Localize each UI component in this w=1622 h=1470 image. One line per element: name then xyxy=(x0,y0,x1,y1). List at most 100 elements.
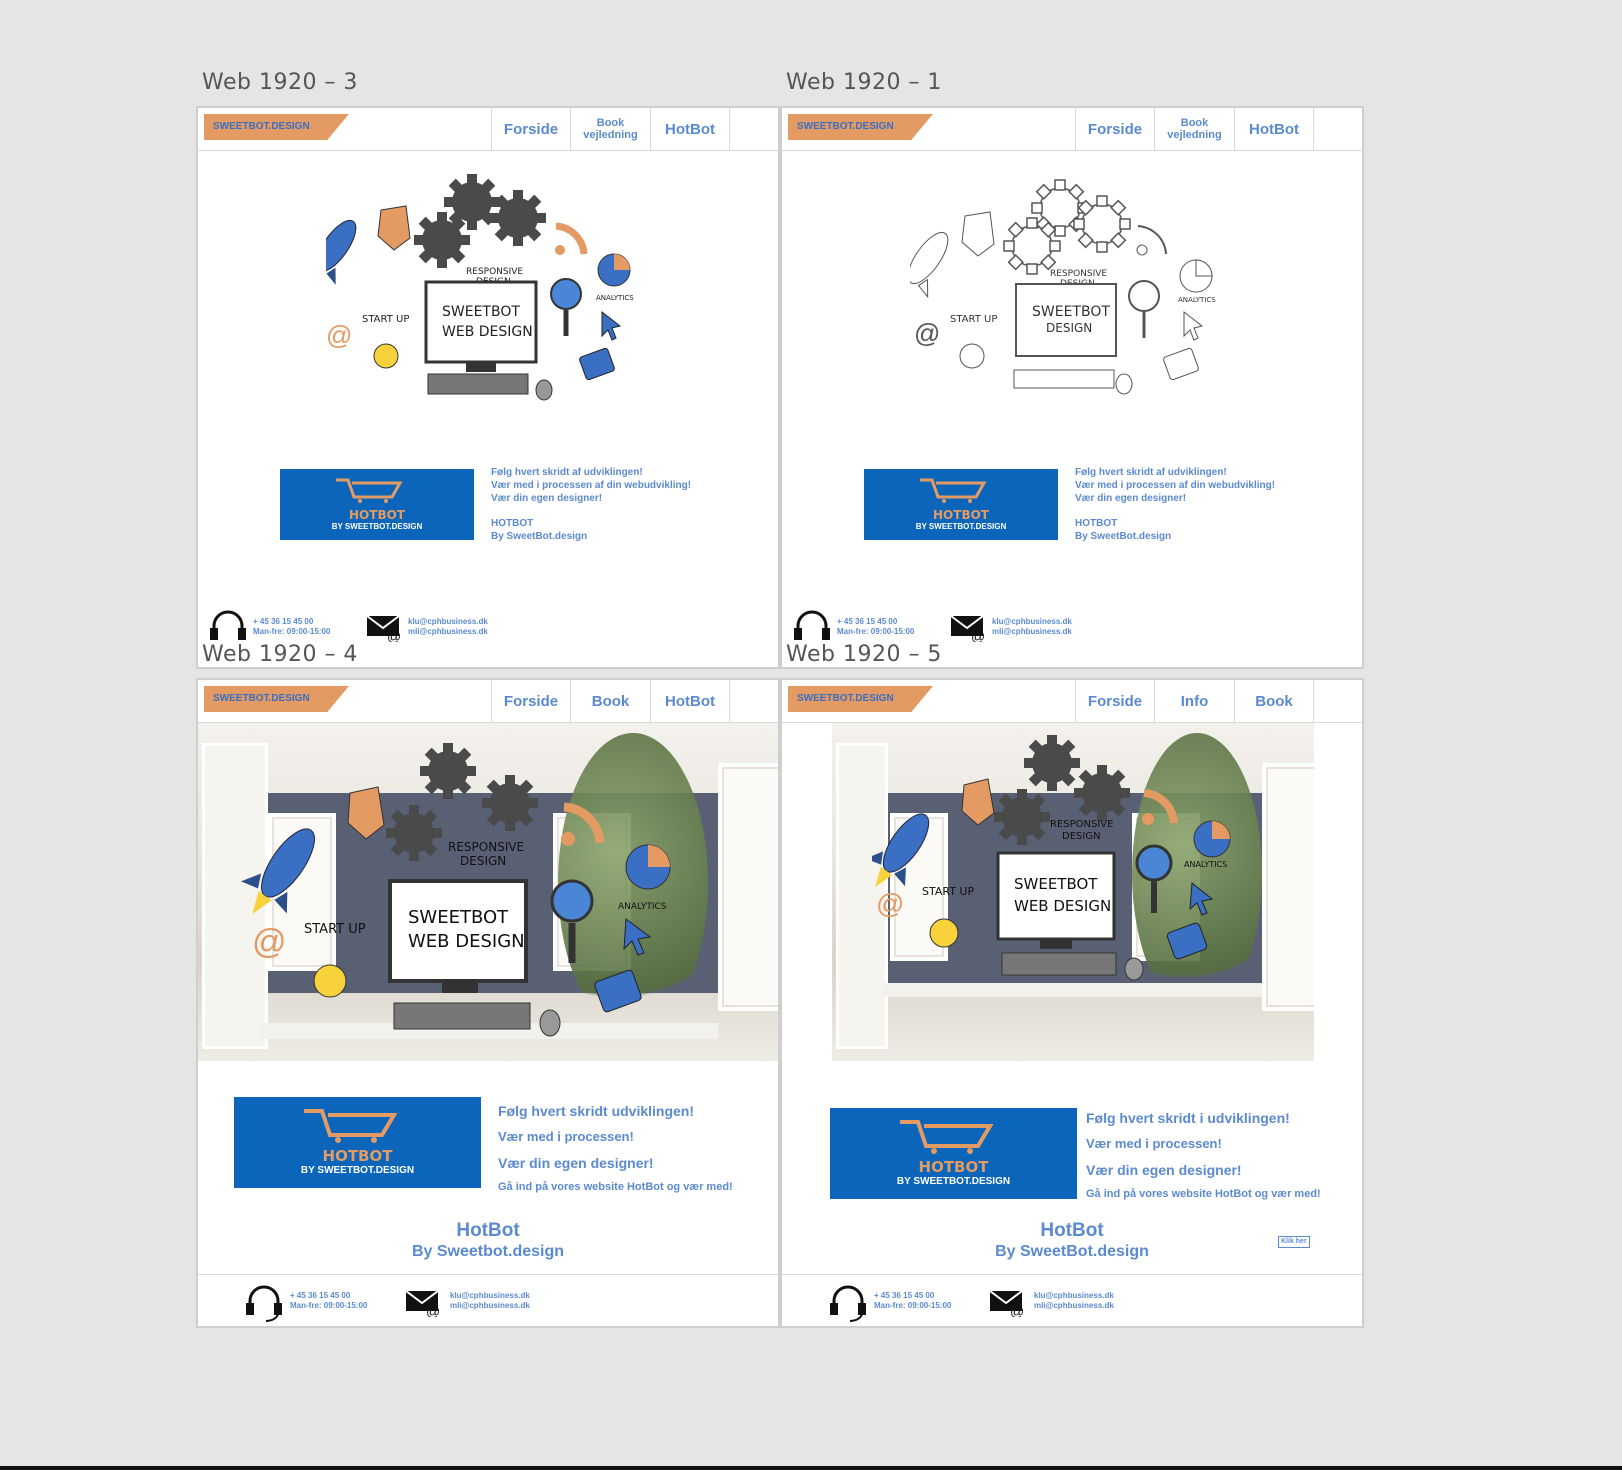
banner-by: BY SWEETBOT.DESIGN xyxy=(915,522,1007,531)
email-icon: @ xyxy=(950,615,985,642)
pie-chart-icon xyxy=(1193,820,1231,858)
phone-info: + 45 36 15 45 00 Man-fre: 09:00-15:00 xyxy=(253,617,330,637)
analytics-label: ANALYTICS xyxy=(1184,860,1227,869)
price-tag-icon xyxy=(347,786,385,840)
gear-icon xyxy=(386,805,442,861)
logo-text: SWEETBOT.DESIGN xyxy=(213,121,310,132)
rocket-icon xyxy=(326,219,357,285)
nav-forside[interactable]: Forside xyxy=(491,108,570,150)
nav-book[interactable]: Book xyxy=(570,680,650,722)
startup-label: START UP xyxy=(362,314,409,325)
gear-icon xyxy=(482,775,538,831)
at-sign-icon: @ xyxy=(252,923,287,961)
email-address[interactable]: klu@cphbusiness.dk xyxy=(450,1291,530,1301)
gear-icon xyxy=(1074,765,1130,821)
email-address[interactable]: mli@cphbusiness.dk xyxy=(408,627,488,637)
artboard-web-1920-5: SWEETBOT.DESIGN Forside Info Book START … xyxy=(780,678,1364,1328)
site-logo[interactable]: SWEETBOT.DESIGN xyxy=(788,686,933,712)
nav-hotbot[interactable]: HotBot xyxy=(650,680,729,722)
promo-copy: Følg hvert skridt udviklingen! Vær med i… xyxy=(498,1098,733,1198)
banner-by: BY SWEETBOT.DESIGN xyxy=(331,522,423,531)
banner-by: BY SWEETBOT.DESIGN xyxy=(896,1176,1011,1187)
keyboard-icon xyxy=(1013,369,1115,389)
banner-word: HOTBOT xyxy=(322,1147,393,1165)
artboard-web-1920-1: SWEETBOT.DESIGN Forside Book vejledning … xyxy=(780,106,1364,669)
copy-line: Vær din egen designer! xyxy=(498,1155,654,1171)
svg-text:@: @ xyxy=(426,1303,440,1317)
hotbot-banner[interactable]: HOTBOT BY SWEETBOT.DESIGN xyxy=(864,469,1058,540)
shopping-cart-icon xyxy=(304,1109,398,1143)
email-address[interactable]: klu@cphbusiness.dk xyxy=(1034,1291,1114,1301)
copy-line: Vær din egen designer! xyxy=(1086,1162,1242,1178)
copy-line: Følg hvert skridt af udviklingen! xyxy=(491,467,643,478)
cursor-icon xyxy=(1189,882,1214,916)
email-address[interactable]: mli@cphbusiness.dk xyxy=(450,1301,530,1311)
logo-text: SWEETBOT.DESIGN xyxy=(797,121,894,132)
screen-text-1: SWEETBOT xyxy=(408,907,509,928)
light-bulb-icon xyxy=(313,964,347,998)
analytics-label: ANALYTICS xyxy=(596,294,634,302)
gear-icon xyxy=(1024,735,1080,791)
email-address[interactable]: klu@cphbusiness.dk xyxy=(408,617,488,627)
cursor-icon xyxy=(623,918,652,956)
email-icon: @ xyxy=(366,615,401,642)
phone-icon xyxy=(594,969,642,1013)
rss-icon xyxy=(561,802,605,846)
hotbot-banner[interactable]: HOTBOT BY SWEETBOT.DESIGN xyxy=(280,469,474,540)
screen-text-1: SWEETBOT xyxy=(442,304,520,320)
pie-chart-icon xyxy=(625,844,671,890)
headset-icon xyxy=(830,1285,866,1322)
price-tag-icon xyxy=(377,205,411,251)
nav-spacer xyxy=(729,108,778,150)
rss-icon xyxy=(555,222,588,255)
banner-word: HOTBOT xyxy=(918,1158,989,1176)
phone-info: + 45 36 15 45 00 Man-fre: 09:00-15:00 xyxy=(837,617,914,637)
main-nav: Forside Book vejledning HotBot xyxy=(491,108,778,150)
mouse-icon xyxy=(1115,373,1133,395)
copy-line: Vær med i processen! xyxy=(498,1129,634,1144)
nav-forside[interactable]: Forside xyxy=(491,680,570,722)
design-label: DESIGN xyxy=(460,854,506,868)
brand-tagline: By SweetBot.design xyxy=(491,531,588,542)
bottom-edge xyxy=(0,1466,1622,1470)
opening-hours: Man-fre: 09:00-15:00 xyxy=(874,1301,952,1310)
cursor-icon xyxy=(601,310,622,341)
shopping-cart-icon xyxy=(336,478,403,503)
artboard-title: Web 1920 – 5 xyxy=(786,642,942,667)
banner-word: HOTBOT xyxy=(349,508,405,522)
site-logo[interactable]: SWEETBOT.DESIGN xyxy=(788,114,933,140)
nav-info[interactable]: Info xyxy=(1154,680,1234,722)
hotbot-banner[interactable]: HOTBOT BY SWEETBOT.DESIGN xyxy=(830,1108,1077,1199)
mouse-icon xyxy=(539,1009,561,1037)
copy-line: Vær din egen designer! xyxy=(491,493,603,504)
klik-her-button[interactable]: Klik her xyxy=(1278,1236,1310,1248)
nav-book-vejledning[interactable]: Book vejledning xyxy=(1154,108,1234,150)
artboard-title: Web 1920 – 4 xyxy=(202,642,358,667)
svg-text:@: @ xyxy=(1010,1303,1024,1317)
nav-hotbot[interactable]: HotBot xyxy=(1234,108,1313,150)
phone-number: + 45 36 15 45 00 xyxy=(253,617,314,626)
hero-illustration: START UP RESPONSIVE DESIGN @ SWEETBOT WE… xyxy=(240,743,671,1037)
svg-text:@: @ xyxy=(971,628,985,642)
brand-block: HotBot By SweetBot.design xyxy=(782,1220,1362,1262)
nav-book[interactable]: Book xyxy=(1234,680,1313,722)
nav-forside[interactable]: Forside xyxy=(1075,680,1154,722)
email-address[interactable]: mli@cphbusiness.dk xyxy=(992,627,1072,637)
nav-book-vejledning[interactable]: Book vejledning xyxy=(570,108,650,150)
site-footer: + 45 36 15 45 00 Man-fre: 09:00-15:00 @ k… xyxy=(198,1274,778,1326)
email-address[interactable]: klu@cphbusiness.dk xyxy=(992,617,1072,627)
site-logo[interactable]: SWEETBOT.DESIGN xyxy=(204,686,349,712)
rocket-icon xyxy=(910,231,949,299)
gear-icon xyxy=(420,743,476,799)
email-info: klu@cphbusiness.dk mli@cphbusiness.dk xyxy=(408,617,488,637)
nav-hotbot[interactable]: HotBot xyxy=(650,108,729,150)
hotbot-banner[interactable]: HOTBOT BY SWEETBOT.DESIGN xyxy=(234,1097,481,1188)
copy-line: Vær med i processen! xyxy=(1086,1136,1222,1151)
site-logo[interactable]: SWEETBOT.DESIGN xyxy=(204,114,349,140)
screen-text-2: WEB DESIGN xyxy=(408,931,525,952)
nav-forside[interactable]: Forside xyxy=(1075,108,1154,150)
site-header: SWEETBOT.DESIGN Forside Book vejledning … xyxy=(198,108,778,151)
email-address[interactable]: mli@cphbusiness.dk xyxy=(1034,1301,1114,1311)
phone-icon xyxy=(1163,347,1199,381)
site-header: SWEETBOT.DESIGN Forside Info Book xyxy=(782,680,1362,723)
